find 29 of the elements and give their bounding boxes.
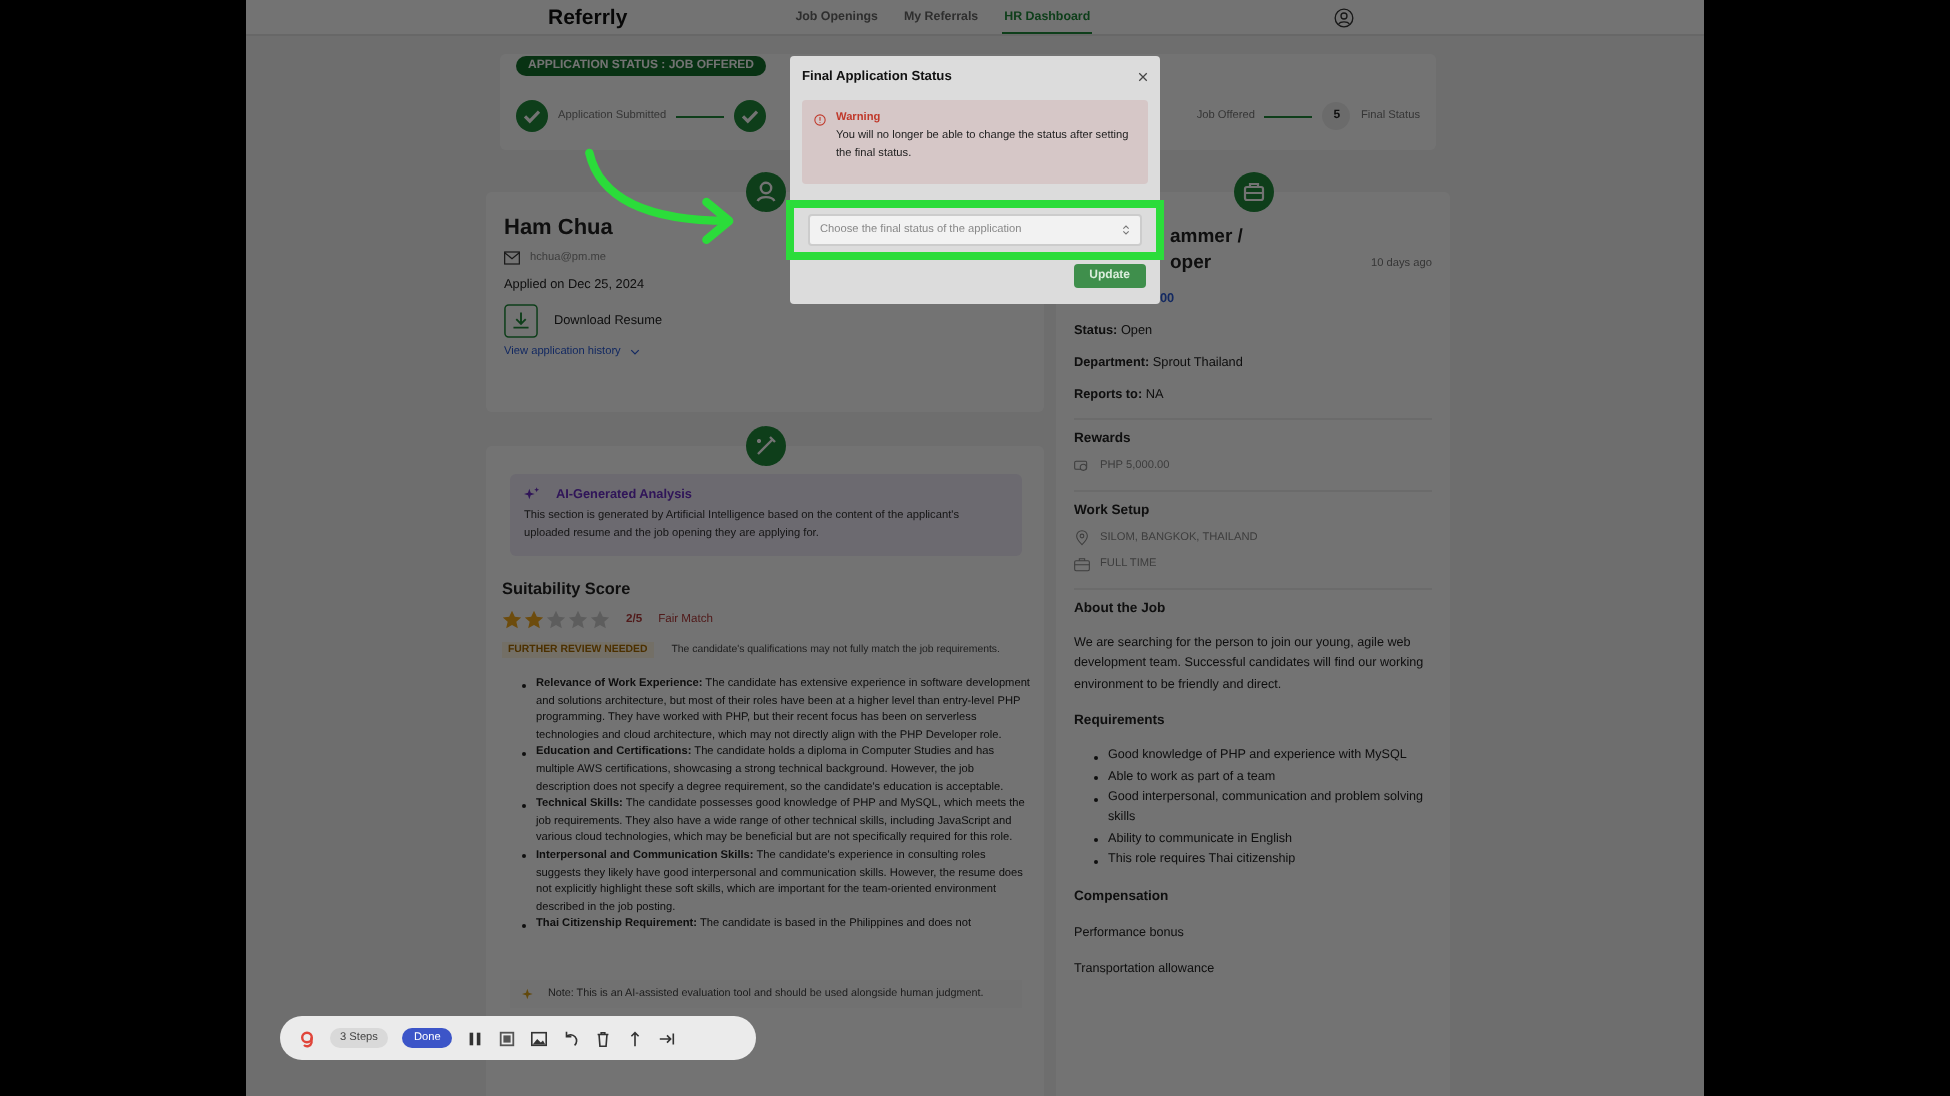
close-icon[interactable] <box>1138 72 1148 82</box>
candidate-name: Ham Chua <box>504 216 613 240</box>
updown-icon <box>1122 224 1130 236</box>
stop-icon[interactable] <box>498 1029 517 1047</box>
chevron-down-icon[interactable] <box>630 348 641 356</box>
brand-logo[interactable]: Referrly <box>548 5 628 29</box>
star-icon <box>524 610 544 630</box>
arrow-up-icon[interactable] <box>626 1029 645 1047</box>
briefcase-icon <box>1074 556 1090 572</box>
money-icon <box>1074 458 1090 474</box>
sparkle-icon <box>524 486 540 502</box>
mail-icon <box>504 250 520 266</box>
pause-icon[interactable] <box>466 1029 485 1047</box>
trash-icon[interactable] <box>594 1029 613 1047</box>
download-icon[interactable] <box>504 304 538 338</box>
app-logo-icon[interactable] <box>298 1029 316 1047</box>
warning-icon <box>814 114 826 126</box>
suitability-score-heading: Suitability Score <box>502 580 633 598</box>
star-icon <box>502 610 522 630</box>
check-circle-icon <box>734 100 767 132</box>
star-icon <box>546 610 566 630</box>
skip-to-end-icon[interactable] <box>658 1029 677 1047</box>
check-circle-icon <box>516 100 548 132</box>
image-icon[interactable] <box>530 1029 549 1047</box>
job-title: ammer / <box>1170 224 1243 250</box>
job-title: oper <box>1170 250 1214 276</box>
user-avatar-icon[interactable] <box>1334 7 1355 27</box>
location-pin-icon <box>1074 530 1090 546</box>
undo-icon[interactable] <box>562 1029 581 1047</box>
